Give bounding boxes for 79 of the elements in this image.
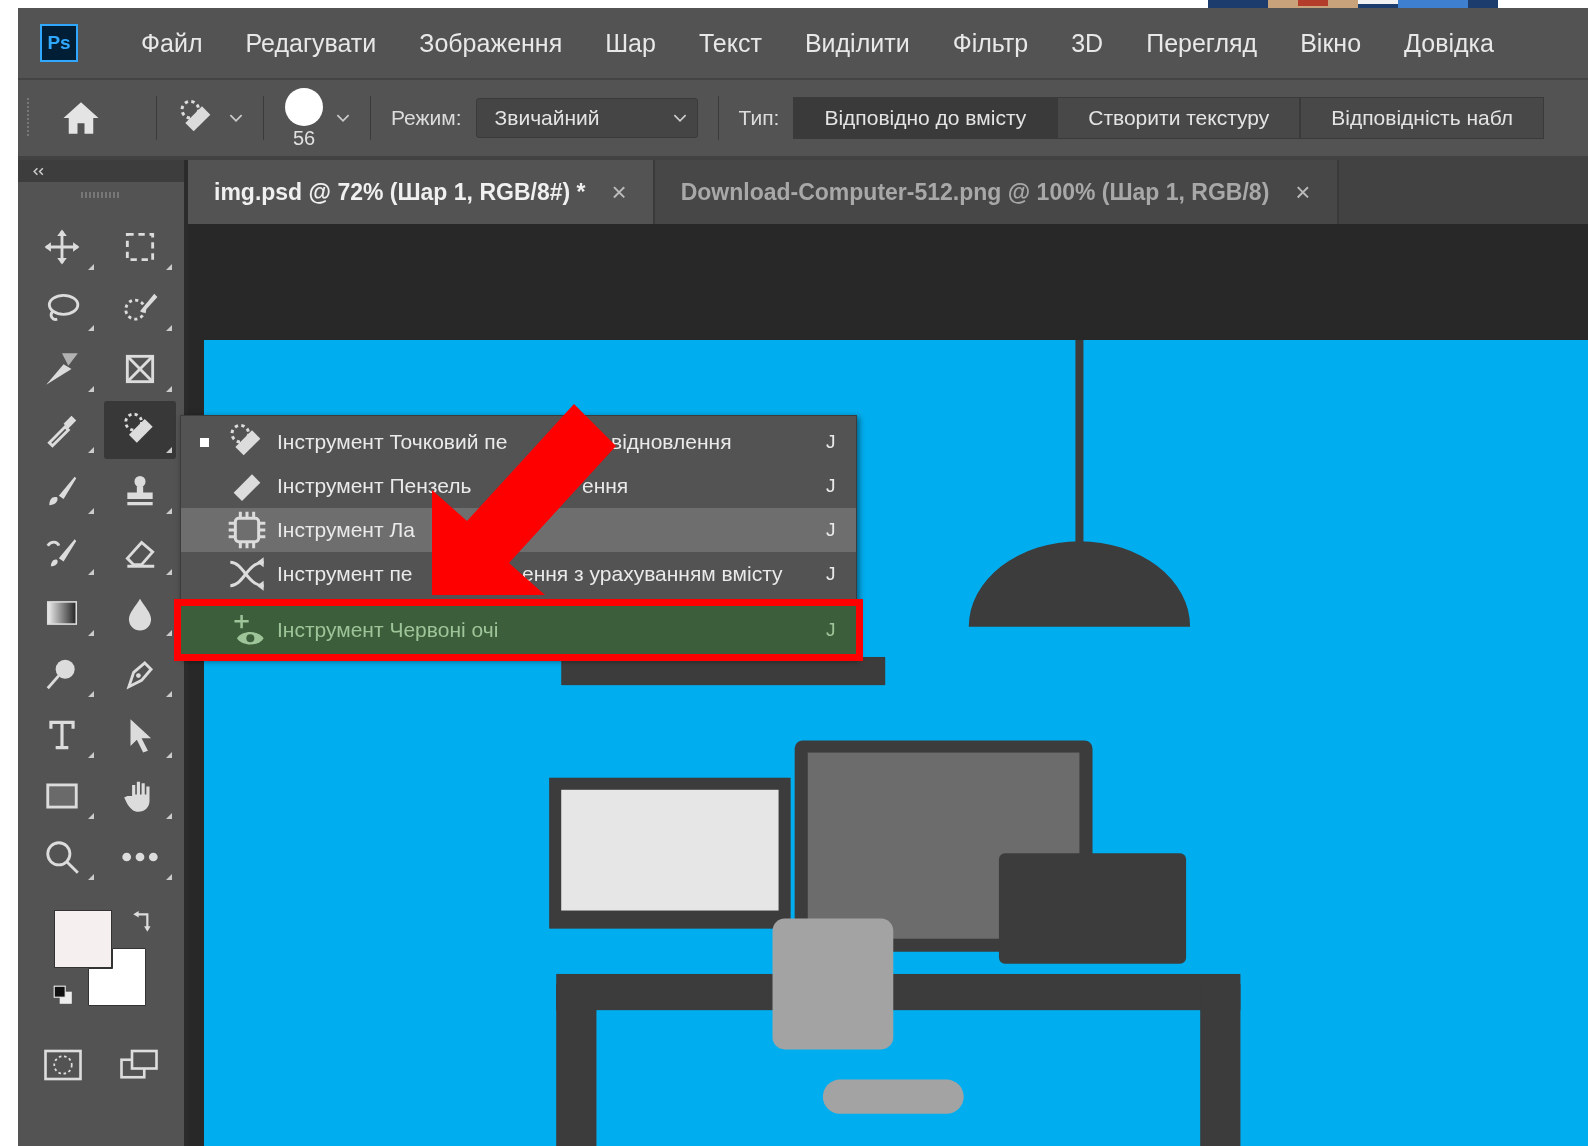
corner-triangle-icon (88, 752, 94, 758)
menu-item-label: Інструмент пе (277, 562, 414, 586)
mode-dropdown[interactable]: Звичайний (475, 98, 698, 138)
menu-item-label: Інструмент Ла (277, 518, 415, 542)
document-tab[interactable]: img.psd @ 72% (Шар 1, RGB/8#) * × (188, 160, 655, 224)
foreground-swatch[interactable] (54, 910, 112, 968)
tab-title[interactable]: img.psd @ 72% (Шар 1, RGB/8#) * (214, 178, 586, 206)
corner-triangle-icon (166, 325, 172, 331)
shortcut-key: J (826, 431, 856, 453)
corner-triangle-icon (88, 569, 94, 575)
corner-triangle-icon (88, 630, 94, 636)
brush-size: 56 (292, 127, 316, 149)
menu-item[interactable]: Виділити (804, 28, 910, 58)
corner-triangle-icon (88, 813, 94, 819)
corner-triangle-icon (166, 386, 172, 392)
corner-triangle-icon (88, 874, 94, 880)
menu-item[interactable]: Довідка (1404, 28, 1494, 58)
close-button[interactable]: × (611, 176, 627, 208)
type-option[interactable]: Відповідно до вмісту (793, 97, 1058, 139)
corner-triangle-icon (88, 325, 94, 331)
shortcut-key: J (826, 519, 856, 541)
corner-triangle-icon (166, 630, 172, 636)
blade-icon (43, 350, 81, 388)
caret-icon[interactable] (336, 113, 350, 123)
document-tab[interactable]: Download-Computer-512.png @ 100% (Шар 1, RGB/8) × (654, 160, 1339, 224)
type-option[interactable]: Відповідність набл (1300, 97, 1545, 139)
corner-triangle-icon (166, 813, 172, 819)
corner-triangle-icon (88, 264, 94, 270)
corner-triangle-icon (88, 447, 94, 453)
menu-item[interactable]: Редагувати (245, 28, 377, 58)
default-colors-icon[interactable] (52, 984, 74, 1006)
corner-triangle-icon (166, 447, 172, 453)
tab-title[interactable]: Download-Computer-512.png @ 100% (Шар 1, RGB/8) (680, 178, 1270, 206)
shortcut-key: J (826, 563, 856, 585)
zoom-icon (43, 838, 81, 876)
type-option[interactable]: Створити текстуру (1057, 97, 1301, 139)
menu-item[interactable]: Інструмент пе ення з урахуванням вмісту J (181, 552, 856, 596)
corner-triangle-icon (166, 264, 172, 270)
type-label: Тип: (738, 106, 780, 130)
menu-item[interactable]: Шар (605, 28, 656, 58)
menu-item[interactable]: Вікно (1300, 28, 1362, 58)
caret-icon (672, 113, 687, 123)
collapse-icon[interactable] (32, 166, 45, 176)
corner-triangle-icon (88, 508, 94, 514)
caret-icon[interactable] (229, 113, 243, 123)
app-logo[interactable]: Ps (40, 24, 78, 62)
menu-item[interactable]: Перегляд (1146, 28, 1258, 58)
menu-item[interactable]: Фільтр (952, 28, 1029, 58)
shortcut-key: J (826, 475, 856, 497)
move-icon (43, 228, 81, 266)
corner-triangle-icon (88, 691, 94, 697)
menu-item[interactable]: Текст (698, 28, 762, 58)
menu-item-label: Інструмент Точковий пе (277, 430, 509, 454)
mode-label: Режим: (391, 106, 462, 130)
menu-item-label: відновлення (611, 430, 732, 454)
crossed-arrows-icon (227, 554, 267, 594)
background-swatch[interactable] (88, 948, 146, 1006)
more-icon (121, 851, 159, 863)
tool-button[interactable] (104, 401, 176, 459)
corner-triangle-icon (166, 569, 172, 575)
menu-item-label: Інструмент Червоні очі (277, 618, 499, 642)
corner-triangle-icon (88, 386, 94, 392)
menu-item-label: Інструмент Пензель (277, 474, 473, 498)
shortcut-key: J (826, 619, 856, 641)
menu-item[interactable]: Файл (141, 28, 203, 58)
close-button[interactable]: × (1295, 176, 1311, 208)
menu-item[interactable]: Інструмент Пензель ення J (181, 464, 856, 508)
menu-item[interactable]: Інструмент Точковий пе відновлення J (181, 420, 856, 464)
corner-triangle-icon (166, 752, 172, 758)
corner-triangle-icon (166, 691, 172, 697)
patch-icon (227, 510, 267, 550)
menu-item[interactable]: 3D (1071, 28, 1104, 58)
corner-triangle-icon (166, 874, 172, 880)
grip-icon[interactable] (26, 98, 30, 138)
menu-item-label: ення (582, 474, 629, 498)
menu-item-label: ення з урахуванням вмісту (522, 562, 783, 586)
menu-item[interactable]: Зображення (419, 28, 563, 58)
brush-preview-icon[interactable] (284, 87, 324, 127)
corner-triangle-icon (166, 508, 172, 514)
